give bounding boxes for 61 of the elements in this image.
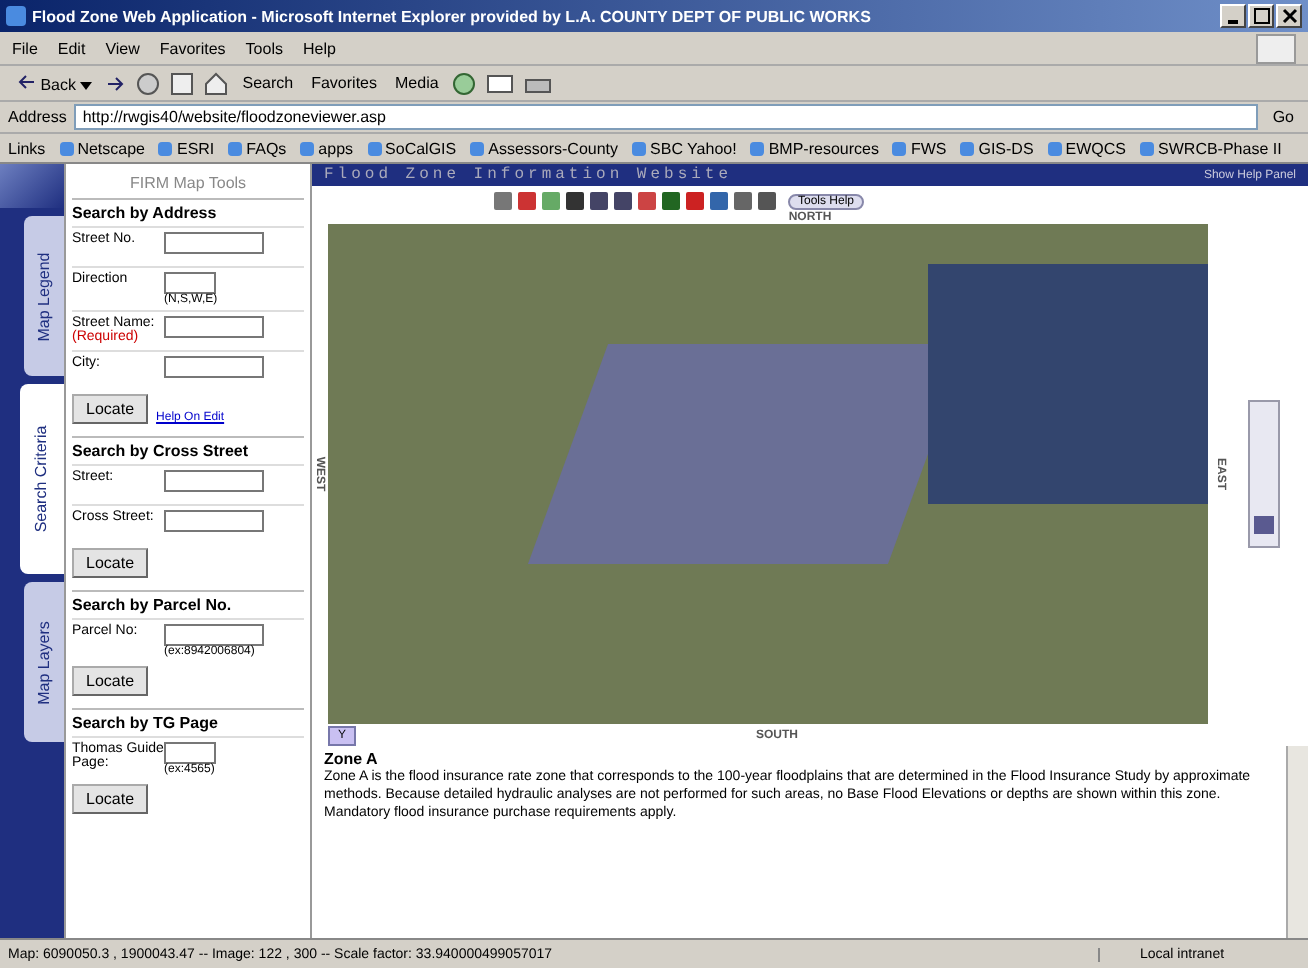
links-label: Links xyxy=(8,139,46,157)
media-button[interactable]: Media xyxy=(391,74,443,92)
link-button[interactable]: Assessors-County xyxy=(470,139,619,157)
input-field[interactable] xyxy=(164,316,264,338)
link-button[interactable]: SoCalGIS xyxy=(367,139,457,157)
locate-button[interactable]: Locate xyxy=(72,394,149,424)
link-button[interactable]: FAQs xyxy=(228,139,287,157)
menu-item[interactable]: Help xyxy=(302,39,336,57)
input-field[interactable] xyxy=(164,356,264,378)
locate-button[interactable]: Locate xyxy=(72,666,149,696)
link-button[interactable]: Netscape xyxy=(59,139,145,157)
side-tab[interactable]: Map Layers xyxy=(24,582,64,742)
input-field[interactable] xyxy=(164,232,264,254)
back-button[interactable]: Back xyxy=(12,73,97,93)
link-button[interactable]: BMP-resources xyxy=(750,139,879,157)
menu-item[interactable]: Edit xyxy=(57,39,86,57)
site-title: Flood Zone Information Website xyxy=(324,166,733,184)
maximize-icon xyxy=(1253,8,1269,24)
input-field[interactable] xyxy=(164,624,264,646)
go-button[interactable]: Go xyxy=(1266,108,1300,126)
back-arrow-icon xyxy=(16,73,36,89)
input-field[interactable] xyxy=(164,510,264,532)
locate-button[interactable]: Locate xyxy=(72,784,149,814)
home-icon[interactable] xyxy=(204,71,229,95)
search-button[interactable]: Search xyxy=(238,74,298,92)
zoom-slider[interactable] xyxy=(1248,400,1280,548)
panel-title: FIRM Map Tools xyxy=(127,172,249,196)
address-label: Address xyxy=(8,108,67,126)
input-field[interactable] xyxy=(164,272,216,294)
browser-icon xyxy=(6,6,26,26)
link-button[interactable]: FWS xyxy=(892,139,947,157)
menu-item[interactable]: File xyxy=(12,39,38,57)
menu-item[interactable]: View xyxy=(105,39,140,57)
close-button[interactable] xyxy=(1276,4,1302,28)
link-button[interactable]: EWQCS xyxy=(1047,139,1127,157)
section-title: Search by Cross Street xyxy=(72,442,251,460)
scrollbar[interactable] xyxy=(1286,746,1308,938)
input-field[interactable] xyxy=(164,742,216,764)
section-title: Search by Parcel No. xyxy=(72,596,234,614)
forward-arrow-icon[interactable] xyxy=(106,75,127,91)
link-button[interactable]: SWRCB-Phase II xyxy=(1140,139,1282,157)
input-field[interactable] xyxy=(164,470,264,492)
zone-title: Zone A xyxy=(324,750,380,768)
minimize-button[interactable] xyxy=(1220,4,1246,28)
side-tab[interactable]: Search Criteria xyxy=(20,384,64,574)
section-title: Search by TG Page xyxy=(72,714,220,732)
menu-item[interactable]: Favorites xyxy=(159,39,226,57)
link-button[interactable]: GIS-DS xyxy=(960,139,1034,157)
maximize-button[interactable] xyxy=(1248,4,1274,28)
address-field[interactable]: http://rwgis40/website/floodzoneviewer.asp xyxy=(74,104,1259,130)
link-button[interactable]: apps xyxy=(300,139,354,157)
section-title: Search by Address xyxy=(72,204,219,222)
close-icon xyxy=(1281,8,1297,24)
window-title: Flood Zone Web Application - Microsoft Internet Explorer provided by L.A. COUNTY DEPT OF PUBLIC WORKS xyxy=(32,7,871,25)
favorites-button[interactable]: Favorites xyxy=(307,74,381,92)
dropdown-caret-icon xyxy=(80,81,93,89)
locate-button[interactable]: Locate xyxy=(72,548,149,578)
side-tab[interactable]: Map Legend xyxy=(24,216,64,376)
link-button[interactable]: ESRI xyxy=(158,139,215,157)
link-button[interactable]: SBC Yahoo! xyxy=(632,139,737,157)
menu-item[interactable]: Tools xyxy=(245,39,283,57)
